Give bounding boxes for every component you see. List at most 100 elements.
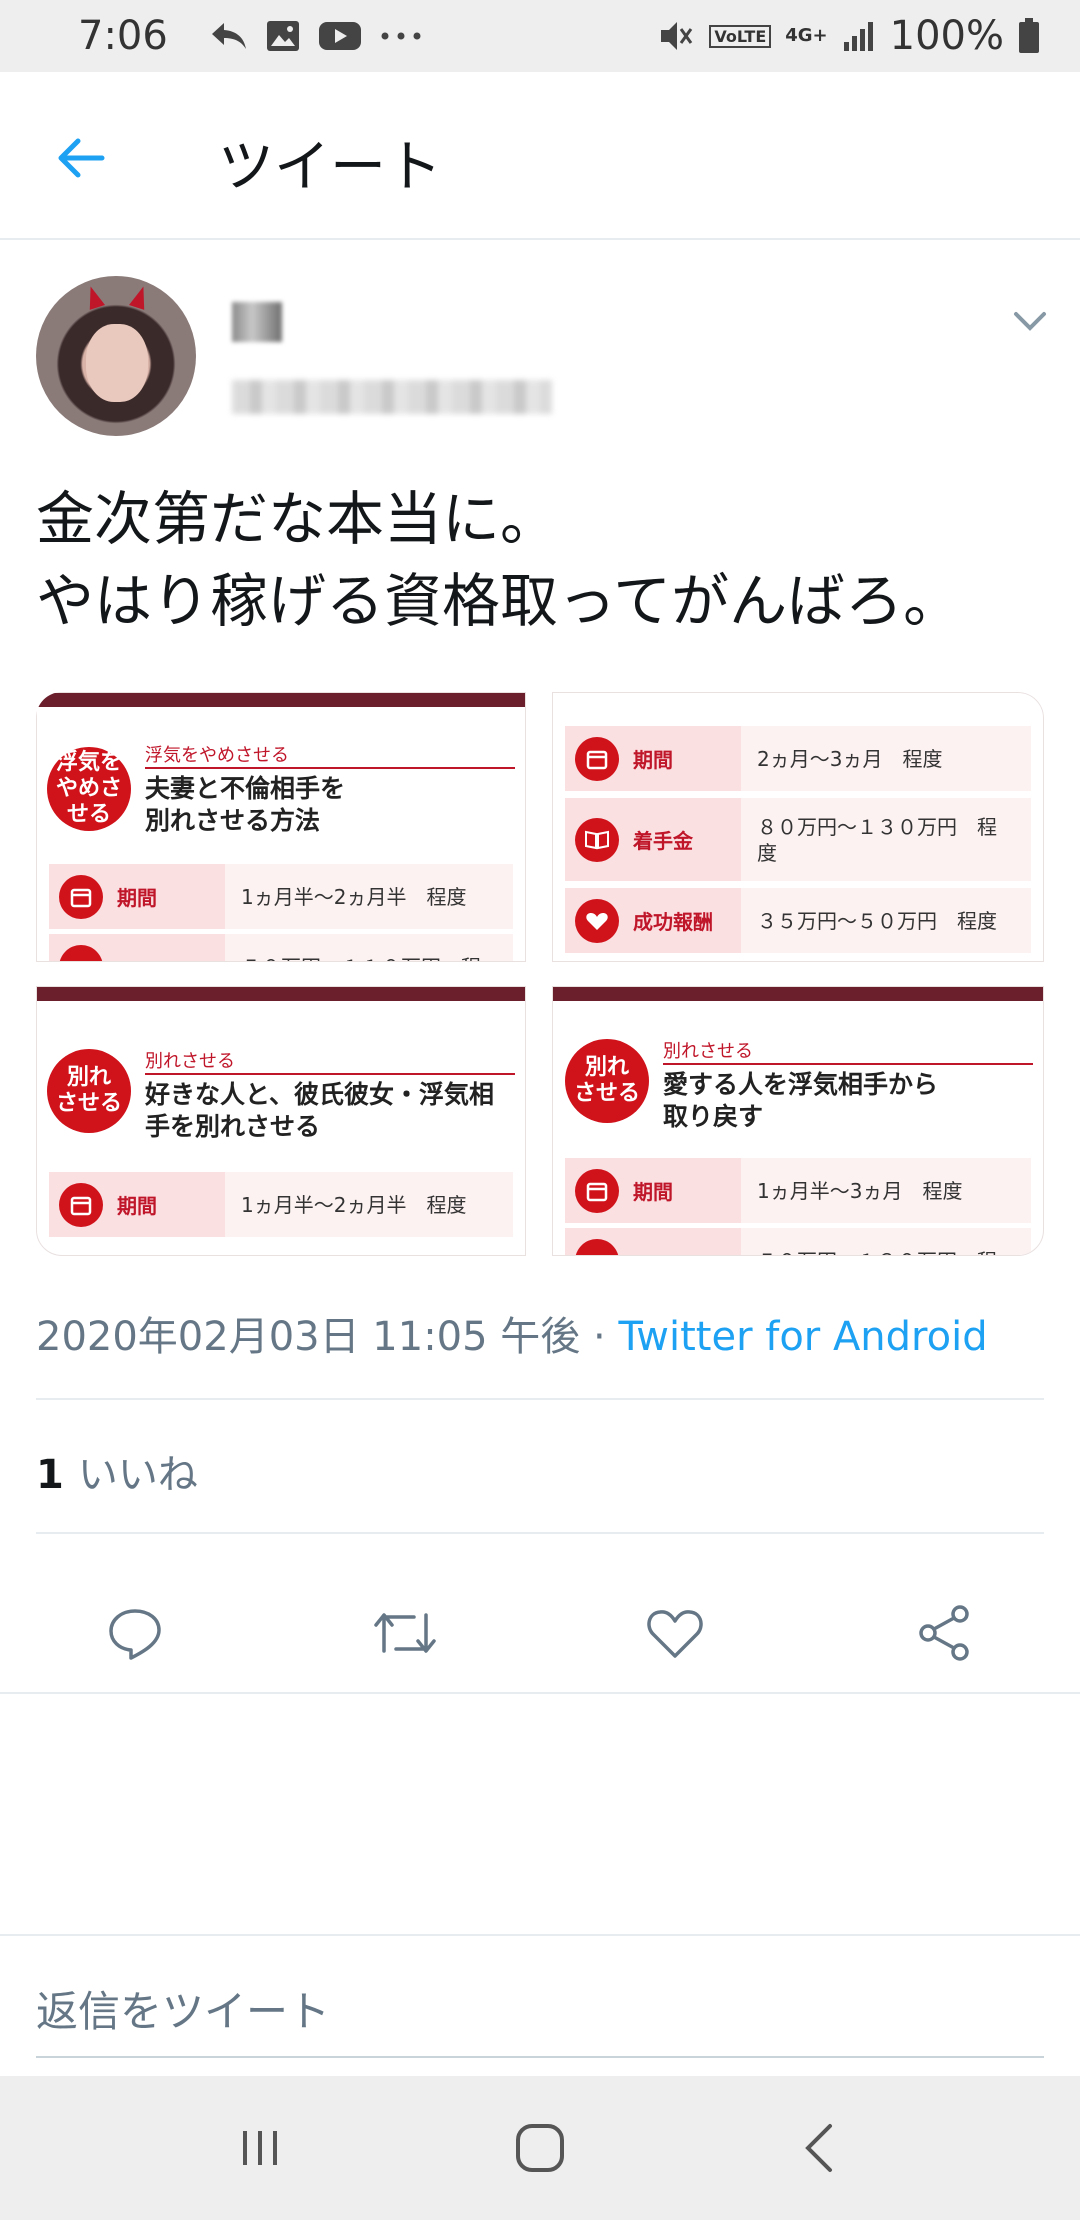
category-label: 別れさせる [663, 1041, 753, 1062]
back-arrow-icon[interactable] [52, 128, 112, 188]
info-row: 着手金 ８０万円〜１３０万円 程 度 [565, 795, 1031, 881]
likes-summary[interactable]: 1 いいね [36, 1442, 198, 1500]
row-label: 期間 [49, 864, 225, 929]
panel-heading: 好きな人と、彼氏彼女・浮気相 手を別れさせる [145, 1080, 495, 1141]
share-icon [919, 1605, 969, 1661]
recents-button[interactable] [225, 2113, 295, 2183]
signal-icon [842, 20, 876, 52]
avatar-horn-left [82, 284, 106, 310]
row-value: ８０万円〜１３０万円 程 度 [741, 798, 1031, 881]
avatar-horn-right [128, 284, 152, 310]
back-button[interactable] [785, 2113, 855, 2183]
page-title: ツイート [218, 135, 442, 200]
heading-rule [663, 1063, 1033, 1065]
avatar[interactable] [36, 276, 196, 436]
home-icon [516, 2124, 564, 2172]
row-value: ３５万円〜５０万円 程度 [741, 888, 1031, 953]
book-icon [575, 817, 619, 862]
panel-topbar [37, 987, 525, 1001]
tweet-text: 金次第だな本当に。 やはり稼げる資格取ってがんばろ。 [36, 485, 962, 635]
status-time: 7:06 [78, 13, 168, 59]
row-label [565, 1228, 741, 1255]
row-value: 1ヵ月半〜2ヵ月半 程度 [225, 864, 513, 929]
reply-notification-icon [210, 21, 248, 51]
meta-separator: · [580, 1314, 619, 1360]
reply-underline [36, 2056, 1044, 2058]
panel-topbar [553, 987, 1043, 1001]
username-redacted[interactable] [232, 380, 552, 414]
row-label: 着手金 [565, 798, 741, 881]
tweet-action-bar [0, 1574, 1080, 1694]
row-label: 成功報酬 [565, 888, 741, 953]
retweet-icon [374, 1613, 436, 1653]
row-label-text: 期間 [117, 886, 157, 910]
info-row: 期間 1ヵ月半〜2ヵ月半 程度 [49, 1169, 513, 1237]
youtube-notification-icon [318, 21, 362, 51]
calendar-icon [59, 874, 103, 919]
info-row: 成功報酬 ３５万円〜５０万円 程度 [565, 885, 1031, 953]
row-value: 2ヵ月〜3ヵ月 程度 [741, 726, 1031, 791]
network-type: 4G+ [785, 25, 828, 46]
row-value: ５０万円〜１３０万円 程 [741, 1228, 1031, 1255]
likes-label: いいね [77, 1452, 198, 1498]
battery-icon [1018, 18, 1040, 54]
tweet-timestamp[interactable]: 2020年02月03日 11:05 午後 [36, 1314, 580, 1360]
chevron-down-icon[interactable] [1010, 306, 1050, 336]
tweet-metadata: 2020年02月03日 11:05 午後 · Twitter for Andro… [36, 1304, 988, 1362]
mute-icon [659, 19, 695, 53]
info-row: 期間 1ヵ月半〜3ヵ月 程度 [565, 1155, 1031, 1223]
category-badge: 別れ させる [47, 1049, 131, 1133]
row-icon [575, 1238, 619, 1255]
calendar-icon [59, 1182, 103, 1227]
info-row: ５０万円〜１１０万円 程 [49, 931, 513, 961]
media-image-3[interactable]: 別れ させる 別れさせる 好きな人と、彼氏彼女・浮気相 手を別れさせる 期間 1… [36, 986, 526, 1256]
display-name-redacted[interactable] [232, 302, 282, 342]
system-nav-bar [0, 2076, 1080, 2220]
volte-indicator: VoLTE [709, 24, 772, 48]
row-value: 1ヵ月半〜3ヵ月 程度 [741, 1158, 1031, 1223]
calendar-icon [575, 736, 619, 781]
top-app-bar: ツイート [0, 72, 1080, 240]
row-label: 期間 [565, 726, 741, 791]
status-bar: 7:06 VoLTE 4G+ 100% [0, 0, 1080, 72]
tweet-media-grid: 浮気を やめさせる 浮気をやめさせる 夫妻と不倫相手を 別れさせる方法 期間 1… [36, 692, 1044, 1498]
row-label: 期間 [565, 1158, 741, 1223]
info-row: 期間 1ヵ月半〜2ヵ月半 程度 [49, 861, 513, 929]
row-label-text: 成功報酬 [633, 910, 713, 934]
share-button[interactable] [905, 1593, 985, 1673]
reply-icon [109, 1609, 161, 1660]
heart-icon [575, 898, 619, 943]
row-icon [59, 944, 103, 961]
heart-icon [647, 1610, 703, 1658]
media-image-4[interactable]: 別れ させる 別れさせる 愛する人を浮気相手から 取り戻す 期間 1ヵ月半〜3ヵ… [552, 986, 1044, 1256]
info-row: ５０万円〜１３０万円 程 [565, 1225, 1031, 1255]
heading-rule [145, 767, 515, 769]
row-label-text: 期間 [633, 1180, 673, 1204]
row-label [49, 934, 225, 961]
calendar-icon [575, 1168, 619, 1213]
info-row: 期間 2ヵ月〜3ヵ月 程度 [565, 723, 1031, 791]
avatar-face [86, 324, 148, 402]
reply-composer[interactable]: 返信をツイート [0, 1934, 1080, 2066]
divider [36, 1398, 1044, 1400]
more-notifications-icon [380, 31, 424, 41]
reply-input[interactable]: 返信をツイート [36, 1978, 330, 2039]
panel-topbar [37, 693, 525, 707]
like-button[interactable] [635, 1593, 715, 1673]
retweet-button[interactable] [365, 1593, 445, 1673]
home-button[interactable] [505, 2113, 575, 2183]
category-label: 浮気をやめさせる [145, 745, 289, 766]
category-badge: 別れ させる [565, 1039, 649, 1123]
media-image-2[interactable]: 期間 2ヵ月〜3ヵ月 程度 着手金 ８０万円〜１３０万円 程 度 成功報酬 ３５… [552, 692, 1044, 962]
row-label: 期間 [49, 1172, 225, 1237]
image-notification-icon [266, 20, 300, 52]
back-nav-icon [805, 2124, 832, 2172]
category-label: 別れさせる [145, 1051, 235, 1072]
panel-heading: 愛する人を浮気相手から 取り戻す [663, 1070, 939, 1131]
row-value: 1ヵ月半〜2ヵ月半 程度 [225, 1172, 513, 1237]
media-image-1[interactable]: 浮気を やめさせる 浮気をやめさせる 夫妻と不倫相手を 別れさせる方法 期間 1… [36, 692, 526, 962]
heading-rule [145, 1073, 515, 1075]
tweet-source-link[interactable]: Twitter for Android [618, 1314, 987, 1360]
row-label-text: 期間 [633, 748, 673, 772]
reply-button[interactable] [95, 1593, 175, 1673]
